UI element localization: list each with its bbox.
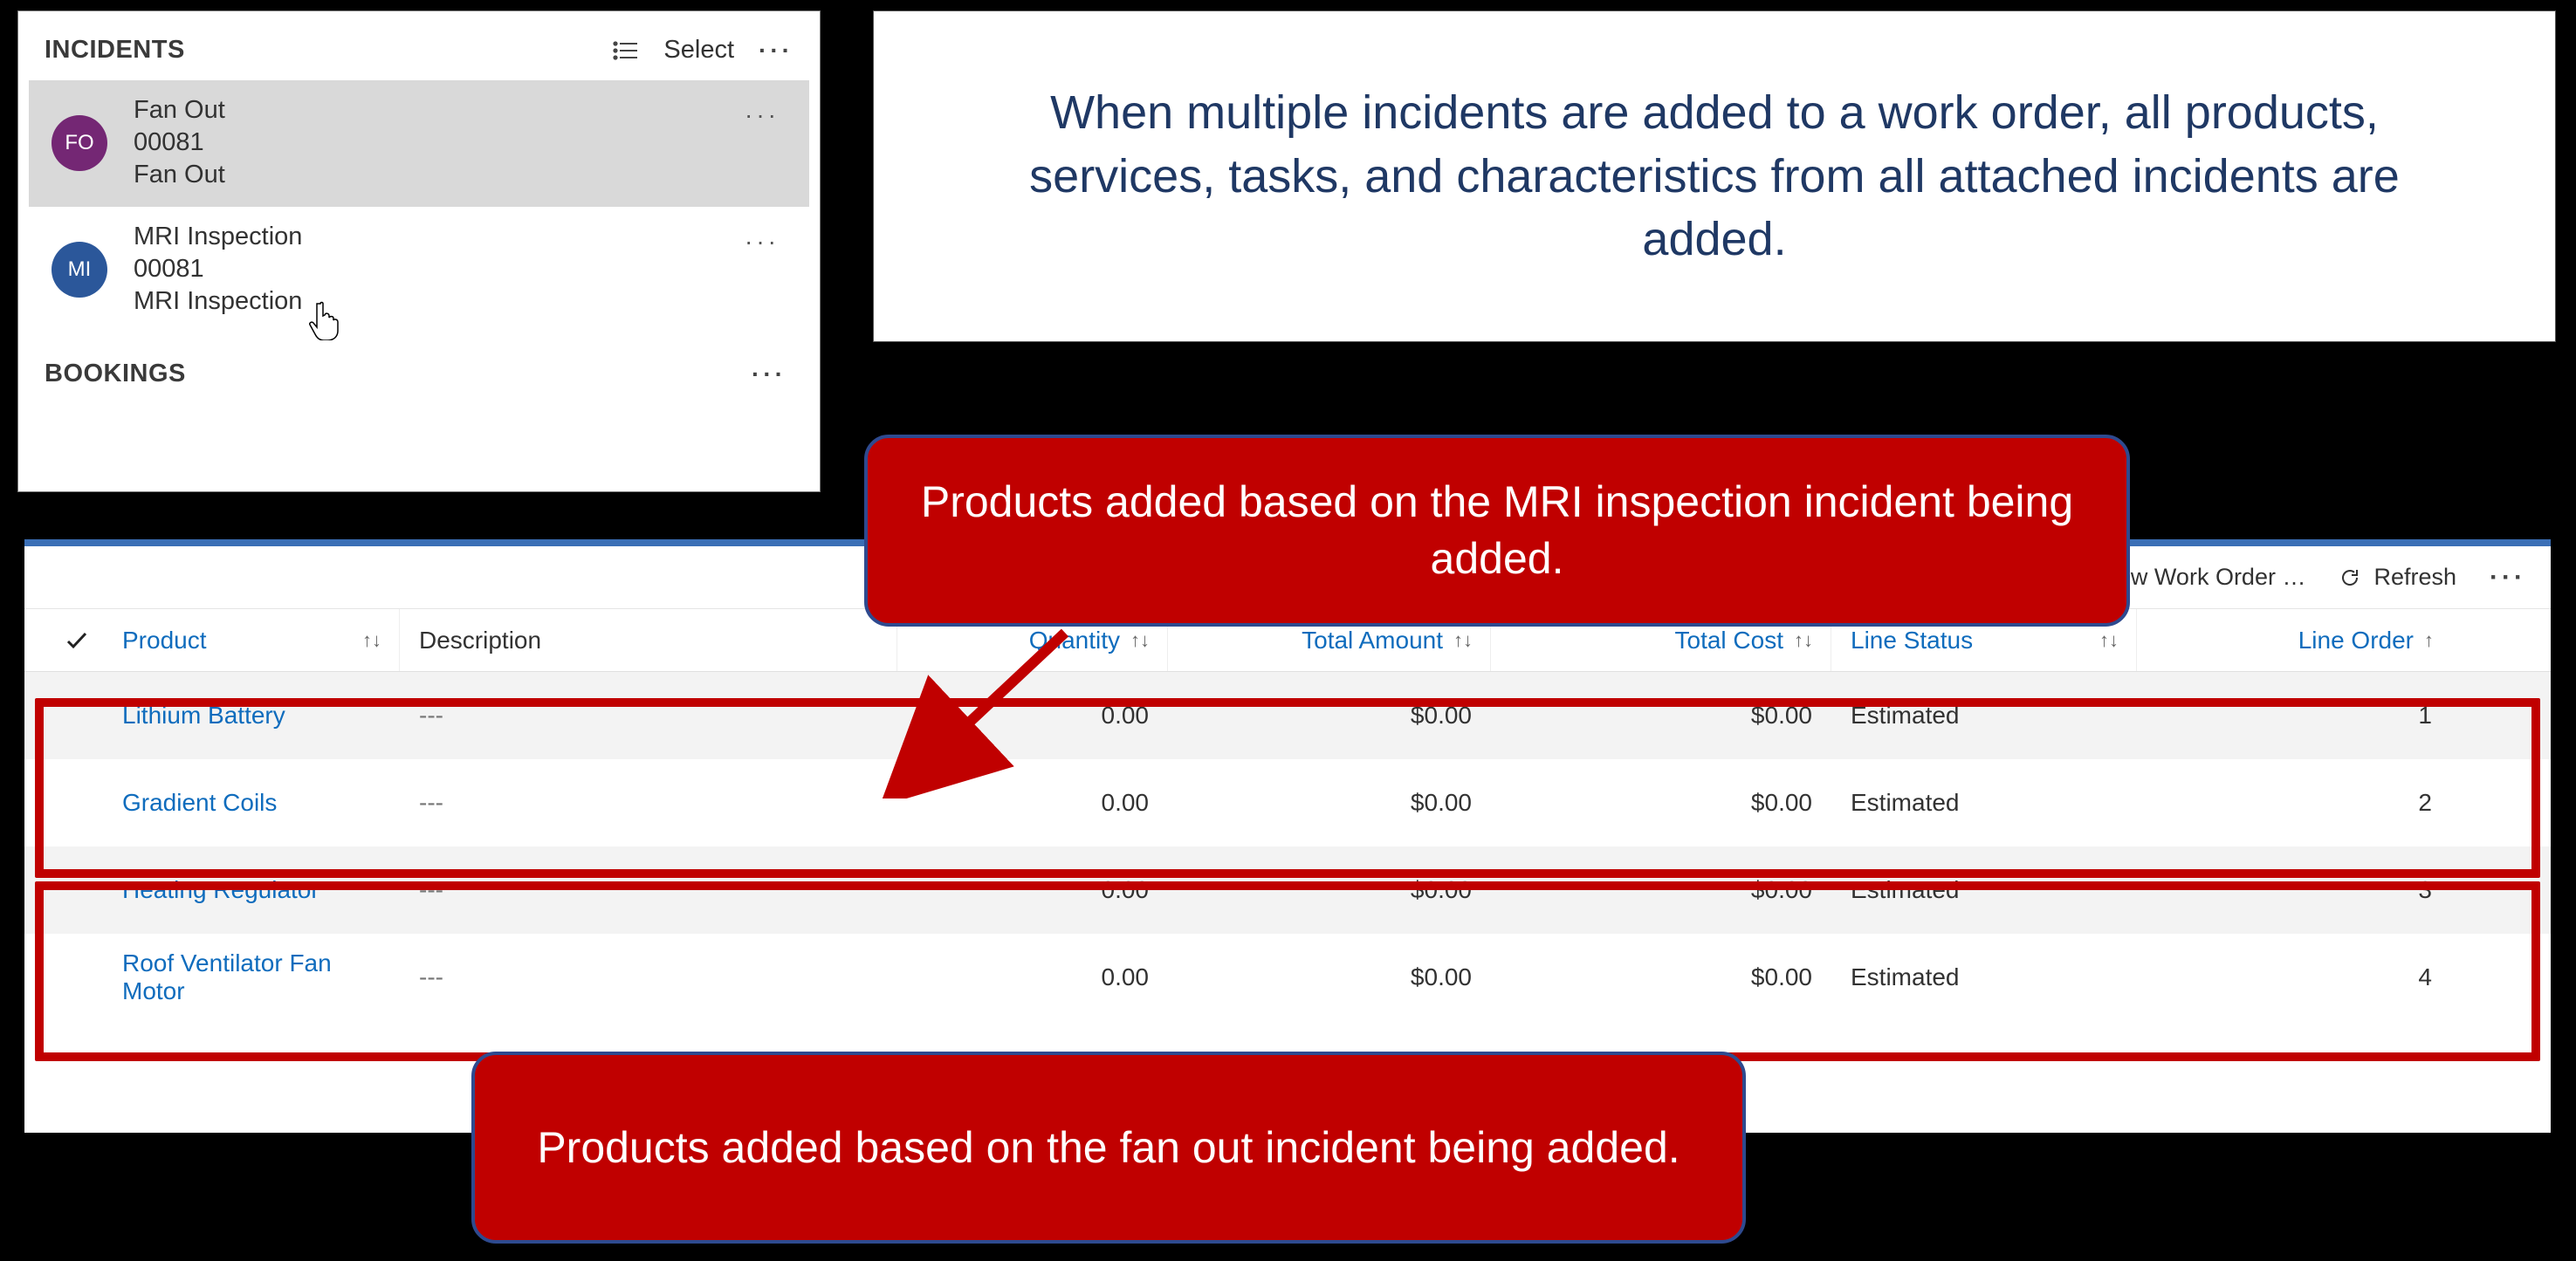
sort-icon[interactable]: ↑↓ — [1794, 629, 1813, 652]
products-grid: New Work Order … Refresh ··· Product↑↓ D… — [24, 539, 2551, 1133]
list-icon[interactable] — [613, 40, 639, 61]
cell-line-status: Estimated — [1831, 876, 2137, 904]
cell-description: --- — [400, 702, 897, 730]
incident-type: Fan Out — [134, 161, 225, 189]
col-header-description[interactable]: Description — [400, 609, 897, 671]
more-icon[interactable]: ··· — [2490, 563, 2526, 593]
cell-line-order: 2 — [2137, 789, 2451, 817]
cell-quantity: 0.00 — [897, 876, 1168, 904]
incidents-header: INCIDENTS Select ··· — [29, 36, 809, 80]
cell-line-order: 1 — [2137, 702, 2451, 730]
avatar-initials: FO — [65, 131, 93, 155]
cell-line-order: 3 — [2137, 876, 2451, 904]
incidents-title: INCIDENTS — [45, 36, 185, 65]
cell-total-cost: $0.00 — [1491, 876, 1831, 904]
avatar: MI — [52, 242, 107, 298]
cell-total-amount: $0.00 — [1168, 702, 1491, 730]
cell-product[interactable]: Gradient Coils — [103, 789, 400, 817]
cell-total-amount: $0.00 — [1168, 963, 1491, 991]
table-row[interactable]: Heating Regulator --- 0.00 $0.00 $0.00 E… — [24, 846, 2551, 934]
caption-top-text: When multiple incidents are added to a w… — [952, 81, 2476, 272]
incidents-header-actions: Select ··· — [613, 36, 793, 65]
cell-line-status: Estimated — [1831, 789, 2137, 817]
cell-line-status: Estimated — [1831, 963, 2137, 991]
table-row[interactable]: Gradient Coils --- 0.00 $0.00 $0.00 Esti… — [24, 759, 2551, 846]
table-row[interactable]: Roof Ventilator Fan Motor --- 0.00 $0.00… — [24, 934, 2551, 1021]
cell-total-cost: $0.00 — [1491, 963, 1831, 991]
refresh-label: Refresh — [2373, 564, 2456, 591]
cell-total-cost: $0.00 — [1491, 702, 1831, 730]
callout-fanout-text: Products added based on the fan out inci… — [537, 1120, 1680, 1176]
more-icon[interactable]: ··· — [752, 360, 787, 388]
callout-fanout: Products added based on the fan out inci… — [471, 1052, 1746, 1244]
more-icon[interactable]: ··· — [745, 101, 780, 129]
sort-icon[interactable]: ↑↓ — [362, 629, 381, 652]
incident-number: 00081 — [134, 128, 225, 157]
table-row[interactable]: Lithium Battery --- 0.00 $0.00 $0.00 Est… — [24, 672, 2551, 759]
sort-icon[interactable]: ↑↓ — [1130, 629, 1150, 652]
bookings-header: BOOKINGS ··· — [29, 333, 809, 388]
select-button[interactable]: Select — [663, 36, 734, 65]
cell-total-cost: $0.00 — [1491, 789, 1831, 817]
incident-item-fan-out[interactable]: FO Fan Out 00081 Fan Out ··· — [29, 80, 809, 207]
new-work-order-label: New Work Order … — [2100, 564, 2305, 591]
cell-product[interactable]: Heating Regulator — [103, 876, 400, 904]
incident-lines: Fan Out 00081 Fan Out — [134, 96, 225, 189]
callout-mri-text: Products added based on the MRI inspecti… — [920, 474, 2074, 587]
incident-item-mri-inspection[interactable]: MI MRI Inspection 00081 MRI Inspection ·… — [29, 207, 809, 333]
bookings-title: BOOKINGS — [45, 360, 186, 388]
grid-body: Lithium Battery --- 0.00 $0.00 $0.00 Est… — [24, 672, 2551, 1021]
incidents-panel: INCIDENTS Select ··· FO Fan Out 00081 Fa… — [17, 10, 821, 492]
cell-total-amount: $0.00 — [1168, 789, 1491, 817]
select-all-checkbox[interactable] — [51, 628, 103, 653]
caption-top: When multiple incidents are added to a w… — [873, 10, 2556, 342]
incident-title: MRI Inspection — [134, 223, 302, 251]
incident-lines: MRI Inspection 00081 MRI Inspection — [134, 223, 302, 316]
sort-icon[interactable]: ↑ — [2424, 629, 2434, 652]
more-icon[interactable]: ··· — [759, 37, 793, 65]
cell-line-order: 4 — [2137, 963, 2451, 991]
cell-description: --- — [400, 963, 897, 991]
col-header-line-order[interactable]: Line Order↑ — [2137, 609, 2451, 671]
cell-product[interactable]: Roof Ventilator Fan Motor — [103, 949, 400, 1005]
incident-type: MRI Inspection — [134, 287, 302, 316]
avatar-initials: MI — [68, 257, 92, 282]
more-icon[interactable]: ··· — [745, 228, 780, 256]
cell-description: --- — [400, 789, 897, 817]
cell-description: --- — [400, 876, 897, 904]
incident-title: Fan Out — [134, 96, 225, 125]
sort-icon[interactable]: ↑↓ — [2099, 629, 2119, 652]
cell-quantity: 0.00 — [897, 963, 1168, 991]
avatar: FO — [52, 115, 107, 171]
refresh-button[interactable]: Refresh — [2339, 564, 2456, 591]
incident-number: 00081 — [134, 255, 302, 284]
arrow-icon — [873, 624, 1100, 798]
cell-line-status: Estimated — [1831, 702, 2137, 730]
col-header-product[interactable]: Product↑↓ — [103, 609, 400, 671]
cell-product[interactable]: Lithium Battery — [103, 702, 400, 730]
sort-icon[interactable]: ↑↓ — [1453, 629, 1473, 652]
callout-mri: Products added based on the MRI inspecti… — [864, 435, 2130, 627]
cell-total-amount: $0.00 — [1168, 876, 1491, 904]
